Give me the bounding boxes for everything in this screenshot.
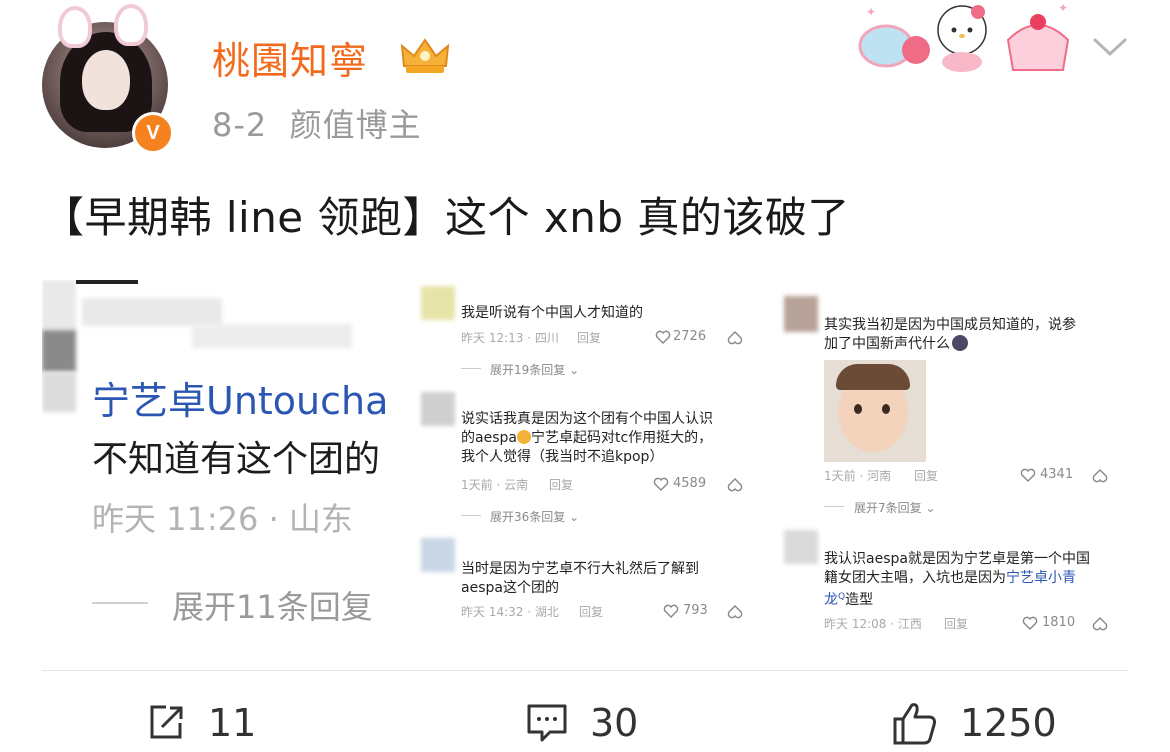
comment-meta: 昨天 12:13 · 四川 [461,331,559,345]
divider [42,670,1128,671]
expand-line [824,506,844,507]
heart-icon [653,477,669,491]
avatar-face [82,50,130,110]
comment-meta: 昨天 12:08 · 江西 [824,617,922,631]
blurred-avatar [421,538,455,572]
baby-eye [882,404,890,414]
reply-label: 回复 [577,331,602,345]
bunny-ear-left-decoration [58,6,92,48]
emoji-icon [952,335,968,351]
like-count: 793 [683,603,708,618]
post-image-1[interactable]: 宁艺卓Untoucha 不知道有这个团的 昨天 11:26 · 山东 展开11条… [42,280,397,640]
like-button[interactable]: 1250 [892,700,1057,746]
comment-icon [527,704,567,742]
comment-meta: 昨天 14:32 · 湖北 [461,605,559,619]
comment-text: 其实我当初是因为中国成员知道的，说参 加了中国新声代什么 [824,317,1076,352]
comment-text: 我是听说有个中国人才知道的 [461,305,643,321]
like-count: 1250 [960,701,1057,745]
baby-eye [854,404,862,414]
expand-replies: 展开7条回复 ⌄ [854,501,936,515]
like-count: 1810 [1042,615,1076,630]
expand-line [461,368,481,369]
like-count: 4341 [1040,467,1074,482]
svg-text:✦: ✦ [1058,1,1068,15]
dislike-icon [727,605,743,619]
post-date: 8-2 [212,106,268,144]
post-text: 【早期韩 line 领跑】这个 xnb 真的该破了 [42,193,850,242]
dislike-icon [727,331,743,345]
blurred-avatar [421,392,455,426]
blurred-avatar [421,286,455,320]
reply-label: 回复 [944,617,969,631]
image1-title: 宁艺卓Untoucha [92,379,389,423]
heart-icon [663,604,679,618]
like-count: 2726 [673,329,707,344]
laugh-emoji-icon [516,430,531,444]
username[interactable]: 桃園知寧 [212,30,368,85]
blurred-avatar-3 [42,372,76,412]
chevron-down-icon[interactable] [1092,36,1128,58]
image1-time: 昨天 11:26 · 山东 [92,500,353,538]
comment-text: 说实话我真是因为这个团有个中国人认识 的aespa 宁艺卓起码对tc作用挺大的， … [461,411,713,465]
heart-icon [1020,468,1036,482]
dislike-icon [1092,469,1108,483]
image-edge [76,280,138,284]
expand-line [92,602,148,604]
post-meta: 8-2 颜值博主 [212,100,422,146]
repost-count: 11 [208,701,257,745]
bunny-ear-right-decoration [114,4,148,46]
crown-badge-icon [400,38,450,73]
image1-expand-replies: 展开11条回复 [172,588,373,626]
heart-icon [655,330,671,344]
expand-line [461,515,481,516]
blurred-name [82,298,222,326]
blurred-text [192,324,352,348]
blurred-avatar [784,296,818,332]
baby-hair [836,364,910,390]
reply-label: 回复 [549,478,574,492]
comment-count: 30 [590,701,639,745]
comment-meta: 1天前 · 云南 [461,478,529,492]
dislike-icon [727,478,743,492]
post-tag: 颜值博主 [289,106,422,144]
comment-button[interactable]: 30 [526,700,638,746]
repost-icon [150,705,183,739]
verified-badge-icon: V [132,112,174,154]
heart-icon [1022,616,1038,630]
comment-meta: 1天前 · 河南 [824,469,892,483]
blurred-avatar [784,530,818,564]
expand-replies: 展开36条回复 ⌄ [490,510,580,524]
thumbs-up-icon [893,703,936,745]
hello-kitty-decoration-icon: ✦ ✦ [858,1,1070,72]
post-image-3[interactable]: 其实我当初是因为中国成员知道的，说参 加了中国新声代什么 1天前 · 河南 回复… [776,280,1128,640]
post-image-2[interactable]: 我是听说有个中国人才知道的 昨天 12:13 · 四川 回复 2726 展开19… [405,280,767,640]
expand-replies: 展开19条回复 ⌄ [490,363,580,377]
baby-photo[interactable] [824,360,926,462]
dislike-icon [1092,617,1108,631]
blurred-avatar-2 [42,330,76,372]
image1-text: 不知道有这个团的 [92,439,381,480]
repost-button[interactable]: 11 [146,700,256,746]
like-count: 4589 [673,476,707,491]
reply-label: 回复 [914,469,939,483]
svg-text:✦: ✦ [866,5,876,19]
comment-text: 当时是因为宁艺卓不行大礼然后了解到 aespa这个团的 [461,561,699,596]
reply-label: 回复 [579,605,604,619]
comment-text: 我认识aespa就是因为宁艺卓是第一个中国 籍女团大主唱，入坑也是因为宁艺卓小青… [824,551,1090,608]
blurred-avatar [42,280,76,330]
